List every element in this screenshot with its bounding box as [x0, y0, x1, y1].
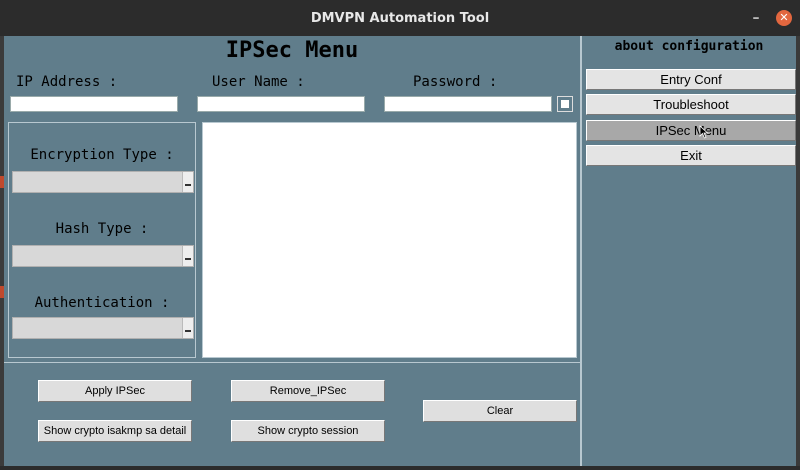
ip-address-input[interactable] — [10, 96, 178, 112]
password-label: Password : — [413, 74, 498, 90]
sidebar: about configuration Entry Conf Troublesh… — [580, 36, 796, 466]
sidebar-item-label: IPSec Menu — [655, 123, 727, 138]
authentication-select[interactable] — [12, 317, 194, 339]
sidebar-item-ipsec-menu[interactable]: IPSec Menu — [586, 120, 796, 141]
sidebar-heading: about configuration — [614, 39, 764, 54]
sidebar-item-troubleshoot[interactable]: Troubleshoot — [586, 94, 796, 115]
options-panel: Encryption Type : Hash Type : Authentica… — [8, 122, 196, 358]
output-text-area[interactable] — [202, 122, 577, 358]
close-icon[interactable]: ✕ — [776, 10, 792, 26]
dropdown-arrow-icon — [182, 318, 193, 338]
encryption-type-label: Encryption Type : — [30, 147, 174, 163]
sidebar-item-exit[interactable]: Exit — [586, 145, 796, 166]
authentication-label: Authentication : — [34, 295, 170, 311]
page-title: IPSec Menu — [225, 38, 359, 63]
ip-address-label: IP Address : — [16, 74, 118, 90]
hash-type-label: Hash Type : — [55, 221, 149, 237]
dropdown-arrow-icon — [182, 172, 193, 192]
minimize-icon[interactable]: – — [748, 10, 764, 26]
window-title: DMVPN Automation Tool — [310, 11, 490, 26]
hash-type-select[interactable] — [12, 245, 194, 267]
title-bar: DMVPN Automation Tool – ✕ — [0, 0, 800, 36]
user-name-label: User Name : — [212, 74, 305, 90]
password-input[interactable] — [384, 96, 552, 112]
divider — [4, 362, 580, 363]
mouse-cursor-icon — [699, 125, 709, 139]
encryption-type-select[interactable] — [12, 171, 194, 193]
user-name-input[interactable] — [197, 96, 365, 112]
apply-ipsec-button[interactable]: Apply IPSec — [38, 380, 192, 402]
bottom-edge — [0, 466, 800, 470]
dropdown-arrow-icon — [182, 246, 193, 266]
show-isakmp-button[interactable]: Show crypto isakmp sa detail — [38, 420, 192, 442]
remove-ipsec-button[interactable]: Remove_IPSec — [231, 380, 385, 402]
checkbox-box — [561, 100, 569, 108]
show-session-button[interactable]: Show crypto session — [231, 420, 385, 442]
sidebar-item-entry-conf[interactable]: Entry Conf — [586, 69, 796, 90]
clear-button[interactable]: Clear — [423, 400, 577, 422]
app-window: IPSec Menu IP Address : User Name : Pass… — [4, 36, 796, 466]
show-password-checkbox[interactable] — [557, 96, 573, 112]
